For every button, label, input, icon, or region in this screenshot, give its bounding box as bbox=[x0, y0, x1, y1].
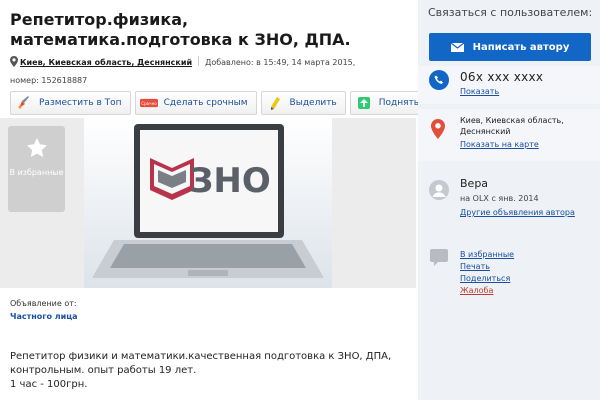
add-to-favorites-label: В избранные bbox=[9, 168, 64, 177]
envelope-icon bbox=[450, 42, 464, 52]
ad-location-link[interactable]: Киев, Киевская область, Деснянский bbox=[20, 58, 192, 67]
top-placement-button[interactable]: Разместить в Топ bbox=[10, 91, 131, 115]
meta-divider bbox=[198, 56, 200, 66]
ad-number: номер: 152618887 bbox=[10, 76, 88, 85]
raise-label: Поднять bbox=[378, 98, 420, 108]
description-line: Репетитор физики и математики.качественн… bbox=[10, 351, 392, 362]
ad-description: Репетитор физики и математики.качественн… bbox=[10, 350, 410, 392]
user-name: Вера bbox=[460, 177, 489, 190]
contact-sidebar: Связаться с пользователем: Написать авто… bbox=[418, 0, 600, 400]
add-to-favorites-button[interactable]: В избранные bbox=[8, 126, 65, 212]
show-phone-link[interactable]: Показать bbox=[460, 87, 499, 96]
urgent-badge-text: Срочно bbox=[141, 101, 157, 106]
highlight-button[interactable]: Выделить bbox=[260, 91, 346, 115]
add-to-favorites-link[interactable]: В избранные bbox=[460, 250, 514, 259]
ad-meta: Киев, Киевская область, Деснянский Добавл… bbox=[10, 55, 410, 89]
top-placement-label: Разместить в Топ bbox=[39, 98, 122, 108]
raise-icon bbox=[355, 95, 373, 111]
promo-toolbar: Разместить в Топ Срочно Сделать срочным … bbox=[10, 91, 429, 115]
ad-added-date: Добавлено: в 15:49, 14 марта 2015, bbox=[205, 58, 356, 67]
other-ads-link[interactable]: Другие объявления автора bbox=[460, 206, 590, 220]
seller-type: Частного лица bbox=[10, 312, 78, 321]
raise-button[interactable]: Поднять bbox=[349, 91, 429, 115]
urgent-badge-icon: Срочно bbox=[139, 95, 158, 111]
show-map-link[interactable]: Показать на карте bbox=[460, 140, 539, 149]
star-icon bbox=[26, 138, 47, 160]
make-urgent-label: Сделать срочным bbox=[163, 98, 248, 108]
phone-number: 06x xxx xxxx bbox=[460, 70, 544, 84]
photo-zno-text: ЗНО bbox=[189, 161, 271, 201]
write-author-button[interactable]: Написать автору bbox=[429, 33, 591, 61]
ad-photo[interactable]: ЗНО bbox=[84, 118, 332, 288]
rocket-icon bbox=[15, 95, 33, 111]
share-link[interactable]: Поделиться bbox=[460, 274, 514, 283]
ad-main-column: Репетитор.физика, математика.подготовка … bbox=[0, 0, 429, 400]
ad-actions: В избранные Печать Поделиться Жалоба bbox=[460, 250, 514, 295]
ad-page: Репетитор.физика, математика.подготовка … bbox=[0, 0, 600, 400]
report-link[interactable]: Жалоба bbox=[460, 286, 514, 295]
contact-heading: Связаться с пользователем: bbox=[428, 6, 593, 19]
description-line: 1 час - 100грн. bbox=[10, 379, 88, 390]
location-pin-icon bbox=[431, 119, 445, 143]
map-pin-icon bbox=[10, 56, 18, 73]
highlighter-icon bbox=[266, 95, 284, 111]
make-urgent-button[interactable]: Срочно Сделать срочным bbox=[134, 91, 257, 115]
seller-label: Объявление от: bbox=[10, 299, 77, 308]
photo-gallery: В избранные ЗНО bbox=[0, 118, 416, 288]
description-line: контрольным. опыт работы 19 лет. bbox=[10, 365, 197, 376]
speech-bubble-icon bbox=[429, 247, 449, 271]
ad-title: Репетитор.физика, математика.подготовка … bbox=[10, 10, 351, 49]
user-since: на OLX с янв. 2014 bbox=[460, 194, 539, 203]
write-author-label: Написать автору bbox=[472, 41, 570, 53]
phone-icon bbox=[429, 70, 449, 90]
highlight-label: Выделить bbox=[289, 98, 337, 108]
print-link[interactable]: Печать bbox=[460, 262, 514, 271]
contact-location: Киев, Киевская область, Деснянский bbox=[460, 116, 564, 136]
user-icon bbox=[429, 180, 449, 204]
